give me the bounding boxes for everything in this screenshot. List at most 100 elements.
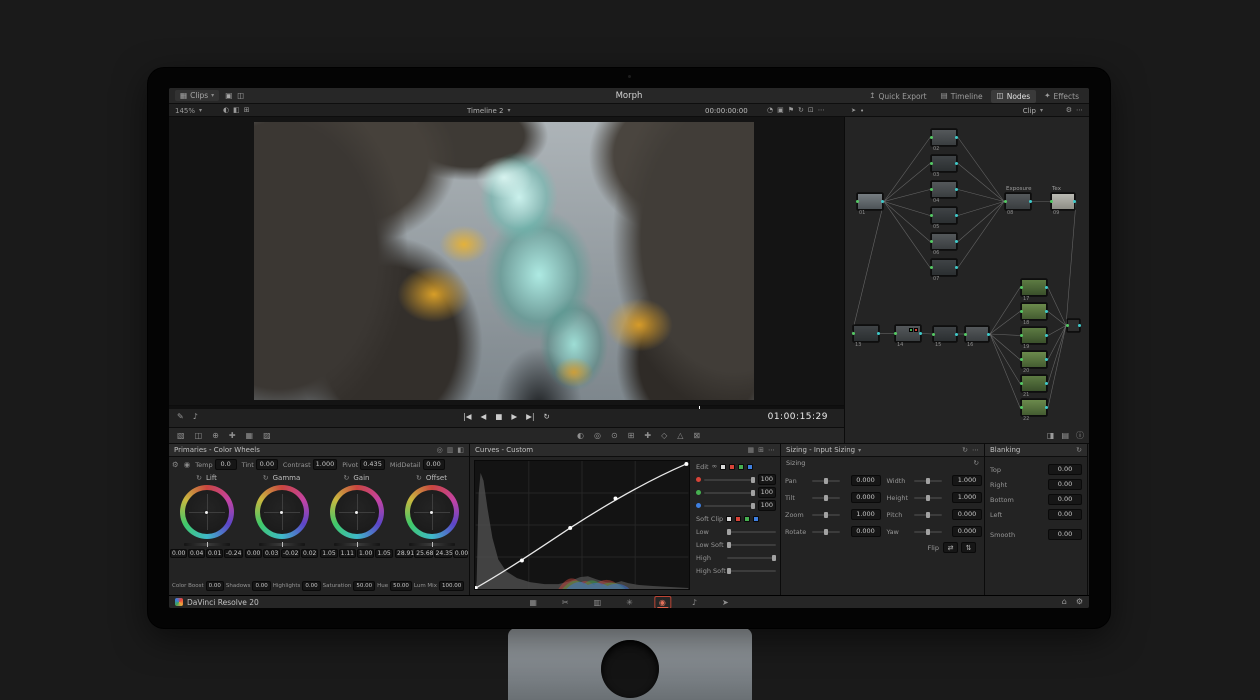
slider-thumb[interactable] <box>824 512 828 518</box>
node-08[interactable]: Exposure08 <box>1005 193 1031 210</box>
gang-channels-icon[interactable]: ∞ <box>712 463 717 470</box>
playhead[interactable] <box>699 406 700 409</box>
curve-graph[interactable] <box>474 460 690 590</box>
flip-horizontal-button[interactable]: ⇄ <box>943 542 958 553</box>
soft-b-chip[interactable] <box>753 516 759 522</box>
project-settings-icon[interactable]: ⚙ <box>1076 598 1083 606</box>
curve-presets-icon[interactable]: ▦ <box>748 447 755 454</box>
green-channel-value[interactable]: 100 <box>758 487 776 498</box>
yaw-slider[interactable] <box>914 531 942 533</box>
channel-b-chip[interactable] <box>747 464 753 470</box>
mark-icon[interactable]: ⚑ <box>788 107 794 114</box>
wheel-value[interactable]: 24.35 <box>434 549 452 558</box>
stills-icon[interactable]: ▨ <box>263 432 271 440</box>
more-icon[interactable]: ⋯ <box>818 107 825 114</box>
pointer-icon[interactable]: ➤ <box>851 108 856 114</box>
slider-thumb[interactable] <box>926 529 930 535</box>
master-wheel-lift[interactable] <box>184 543 230 546</box>
lut-browser-icon[interactable]: ▦ <box>246 432 254 440</box>
middetail-value[interactable]: 0.00 <box>423 459 445 470</box>
slider-thumb[interactable] <box>926 478 930 484</box>
zoom-fit-icon[interactable]: ⊡ <box>808 107 814 114</box>
high-soft-slider[interactable] <box>727 570 776 572</box>
node-graph-panel[interactable]: 01020304050607Exposure08Tex0913141516171… <box>845 117 1089 443</box>
node-04[interactable]: 04 <box>931 181 957 198</box>
flip-vertical-button[interactable]: ⇅ <box>961 542 976 553</box>
node-05[interactable]: 05 <box>931 207 957 224</box>
nodes-button[interactable]: ◫Nodes <box>991 90 1037 103</box>
width-value[interactable]: 1.000 <box>952 475 982 486</box>
reset-icon[interactable]: ↻ <box>962 447 968 454</box>
page-fairlight-icon[interactable]: ♪ <box>688 597 701 608</box>
wheel-value[interactable]: -0.02 <box>281 549 300 558</box>
wheel-value[interactable]: 0.01 <box>206 549 223 558</box>
loop-icon[interactable]: ↻ <box>798 107 804 114</box>
node-output[interactable] <box>1067 319 1080 332</box>
slider-thumb[interactable] <box>751 477 755 483</box>
red-channel-value[interactable]: 100 <box>758 474 776 485</box>
pan-tool-icon[interactable]: ✚ <box>229 432 236 440</box>
slider-thumb[interactable] <box>727 568 731 574</box>
wheel-value[interactable]: 0.00 <box>453 549 468 558</box>
slider-thumb[interactable] <box>772 555 776 561</box>
bars-mode-icon[interactable]: ▥ <box>447 447 454 454</box>
page-edit-icon[interactable]: ▥ <box>590 597 606 608</box>
color-wheel-lift[interactable] <box>180 485 234 539</box>
options-icon[interactable]: ⋯ <box>1076 107 1083 114</box>
highlights-value[interactable]: 0.00 <box>302 581 320 591</box>
node-15[interactable]: 15 <box>933 326 957 342</box>
zoom-tool-icon[interactable]: ⊕ <box>212 432 219 440</box>
temp-value[interactable]: 0.0 <box>215 459 237 470</box>
wheel-value[interactable]: -0.24 <box>224 549 243 558</box>
rotate-slider[interactable] <box>812 531 840 533</box>
image-wipe-icon[interactable]: ◧ <box>233 107 240 114</box>
soft-g-chip[interactable] <box>744 516 750 522</box>
soft-y-chip[interactable] <box>726 516 732 522</box>
low-slider[interactable] <box>727 531 776 533</box>
pan-value[interactable]: 0.000 <box>851 475 881 486</box>
saturation-value[interactable]: 50.00 <box>353 581 375 591</box>
goto-first-frame-button[interactable]: |◀ <box>463 413 471 421</box>
green-channel-slider[interactable] <box>704 492 755 494</box>
master-wheel-gamma[interactable] <box>259 543 305 546</box>
slider-thumb[interactable] <box>824 478 828 484</box>
project-manager-icon[interactable]: ⌂ <box>1062 598 1067 606</box>
color-wheel-gain[interactable] <box>330 485 384 539</box>
wheel-value[interactable]: 0.04 <box>188 549 205 558</box>
slider-thumb[interactable] <box>824 495 828 501</box>
node-18[interactable]: 18 <box>1021 303 1047 320</box>
red-channel-slider[interactable] <box>704 479 755 481</box>
slider-thumb[interactable] <box>926 512 930 518</box>
pitch-slider[interactable] <box>914 514 942 516</box>
clip-select[interactable]: Clip ▾ <box>1023 104 1043 117</box>
log-mode-icon[interactable]: ◧ <box>457 447 464 454</box>
right-value[interactable]: 0.00 <box>1048 479 1082 490</box>
node-22[interactable]: 22 <box>1021 399 1047 416</box>
page-color-icon[interactable]: ◉ <box>654 596 671 609</box>
zoom-select[interactable]: 145% ▾ <box>175 104 202 117</box>
height-slider[interactable] <box>914 497 942 499</box>
page-fusion-icon[interactable]: ✳ <box>622 597 637 608</box>
node-17[interactable]: 17 <box>1021 279 1047 296</box>
node-20[interactable]: 20 <box>1021 351 1047 368</box>
blue-channel-value[interactable]: 100 <box>758 500 776 511</box>
page-deliver-icon[interactable]: ➤ <box>718 597 733 608</box>
split-viewer-icon[interactable]: ◫ <box>237 92 244 100</box>
loop-playback-button[interactable]: ↻ <box>543 413 549 421</box>
low-soft-slider[interactable] <box>727 544 776 546</box>
annotate-icon[interactable]: ✎ <box>177 413 184 421</box>
wheel-value[interactable]: 25.68 <box>414 549 432 558</box>
split-screen-icon[interactable]: ⊞ <box>244 107 250 114</box>
play-button[interactable]: ▶ <box>511 413 517 421</box>
settings-gear-icon[interactable]: ⚙ <box>172 461 179 469</box>
zoom-slider[interactable] <box>812 514 840 516</box>
color-match-icon[interactable]: ◎ <box>594 432 601 440</box>
master-wheel-gain[interactable] <box>334 543 380 546</box>
reset-icon[interactable]: ↻ <box>974 460 979 467</box>
pitch-value[interactable]: 0.000 <box>952 509 982 520</box>
reset-icon[interactable]: ↻ <box>196 475 202 482</box>
master-wheel-offset[interactable] <box>409 543 455 546</box>
expand-icon[interactable]: ⊞ <box>758 447 764 454</box>
page-media-icon[interactable]: ▦ <box>525 597 541 608</box>
soft-r-chip[interactable] <box>735 516 741 522</box>
